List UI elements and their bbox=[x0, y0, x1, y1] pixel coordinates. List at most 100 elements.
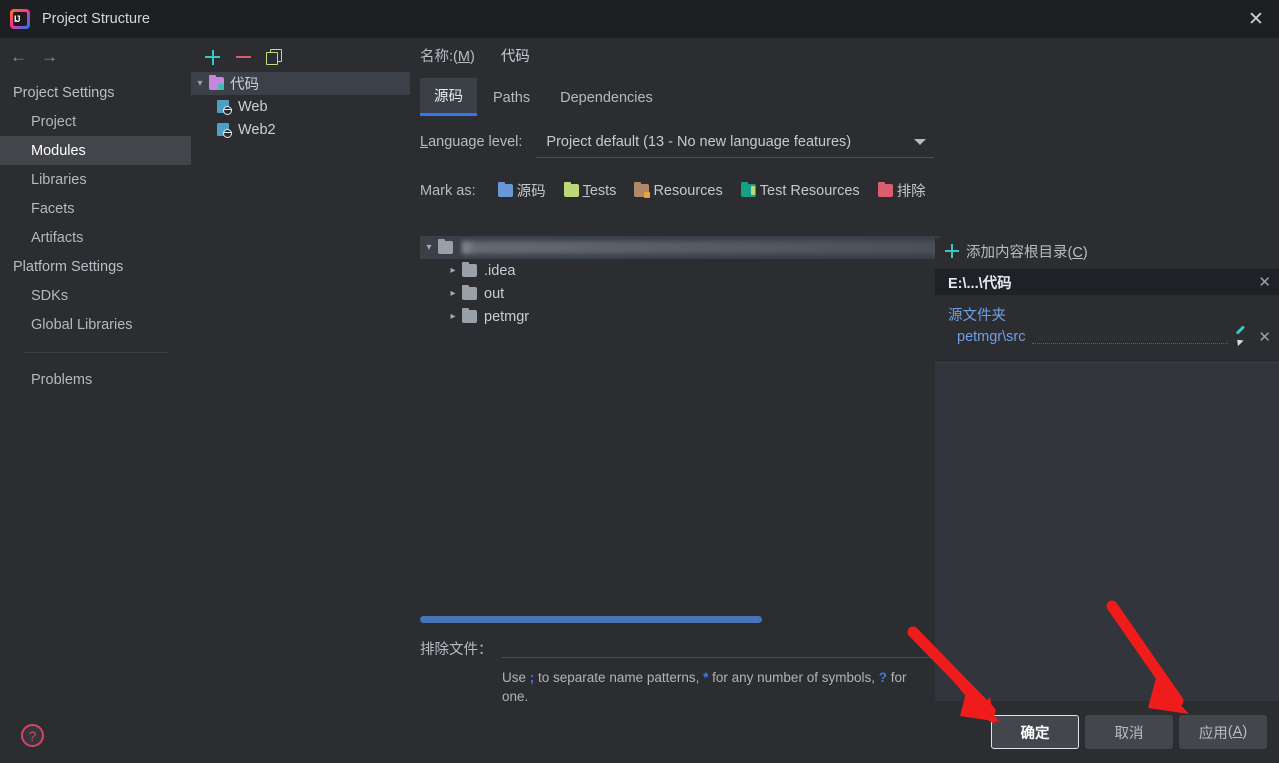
module-name-value: 代码 bbox=[500, 48, 530, 65]
folder-icon bbox=[462, 285, 477, 300]
sidebar-item-global-libraries[interactable]: Global Libraries bbox=[0, 310, 191, 339]
mark-as-label-tests: Tests bbox=[582, 182, 617, 199]
chevron-right-icon[interactable]: ▸ bbox=[444, 265, 462, 276]
source-folders-group: 源文件夹 petmgr\src ✕ bbox=[935, 295, 1279, 346]
folder-excluded-icon bbox=[877, 182, 893, 197]
sidebar-divider bbox=[24, 352, 167, 353]
add-module-button[interactable] bbox=[204, 49, 221, 66]
chevron-right-icon[interactable]: ▸ bbox=[444, 311, 462, 322]
exclude-files-input[interactable] bbox=[502, 636, 940, 658]
module-label: 代码 bbox=[230, 77, 259, 93]
folder-test-resources-icon bbox=[740, 182, 756, 197]
exclude-files-label: 排除文件： bbox=[420, 642, 493, 658]
mark-as-row: Mark as: 源码 Tests Resources Test Resourc… bbox=[410, 180, 1279, 201]
plus-icon bbox=[945, 244, 959, 258]
tree-row-root-redacted[interactable]: ▾ bbox=[420, 236, 940, 259]
pencil-icon[interactable] bbox=[1234, 324, 1249, 346]
sidebar-item-libraries[interactable]: Libraries bbox=[0, 165, 191, 194]
mark-as-label-sources: 源码 bbox=[516, 184, 546, 200]
module-row-group[interactable]: ▾ 代码 bbox=[191, 72, 410, 95]
tree-row-idea[interactable]: ▸ .idea bbox=[420, 259, 940, 282]
tab-dependencies[interactable]: Dependencies bbox=[546, 83, 667, 114]
dialog-buttons: 确定 取消 应用(A) bbox=[991, 715, 1267, 749]
navigation-buttons: ← → bbox=[0, 38, 191, 74]
folder-sources-icon bbox=[497, 182, 513, 197]
add-content-root-label: 添加内容根目录(C) bbox=[966, 244, 1088, 261]
module-tabs: 源码 Paths Dependencies bbox=[410, 78, 1279, 116]
sidebar-item-project-settings: Project Settings bbox=[13, 84, 115, 101]
project-structure-dialog: IJ Project Structure ✕ ← → Project Setti… bbox=[0, 0, 1279, 763]
content-root-path: E:\...\代码 bbox=[948, 275, 1012, 292]
source-folders-title: 源文件夹 bbox=[948, 308, 1006, 324]
scrollbar-thumb[interactable] bbox=[420, 616, 762, 623]
chevron-down-icon[interactable]: ▾ bbox=[420, 242, 438, 253]
sidebar-item-problems[interactable]: Problems bbox=[0, 365, 191, 394]
redacted-path-text bbox=[462, 241, 940, 254]
sidebar-item-facets[interactable]: Facets bbox=[0, 194, 191, 223]
remove-module-button[interactable] bbox=[235, 49, 252, 66]
language-level-select[interactable]: Project default (13 - No new language fe… bbox=[536, 126, 935, 158]
tree-row-label: out bbox=[484, 285, 505, 302]
title-bar: IJ Project Structure ✕ bbox=[0, 0, 1279, 38]
module-row-web[interactable]: Web bbox=[191, 95, 410, 118]
folder-resources-icon bbox=[634, 182, 651, 198]
module-group-icon bbox=[209, 75, 224, 90]
mark-as-excluded-button[interactable]: 排除 bbox=[877, 180, 926, 201]
tree-row-out[interactable]: ▸ out bbox=[420, 282, 940, 305]
sidebar-item-platform-settings: Platform Settings bbox=[13, 258, 124, 275]
folder-icon bbox=[462, 262, 477, 277]
source-folder-item[interactable]: petmgr\src ✕ bbox=[948, 324, 1271, 346]
question-mark-icon[interactable]: ? bbox=[21, 724, 44, 747]
tree-row-petmgr[interactable]: ▸ petmgr bbox=[420, 305, 940, 328]
settings-sidebar: ← → Project Settings Project Modules Lib… bbox=[0, 38, 191, 763]
sidebar-item-modules[interactable]: Modules bbox=[0, 136, 191, 165]
cancel-button[interactable]: 取消 bbox=[1085, 715, 1173, 749]
horizontal-scrollbar[interactable] bbox=[420, 616, 940, 625]
web-module-icon bbox=[217, 99, 232, 115]
intellij-idea-icon: IJ bbox=[10, 9, 30, 29]
forward-arrow-icon[interactable]: → bbox=[41, 48, 58, 65]
mark-as-label: Mark as: bbox=[420, 182, 476, 199]
ok-button[interactable]: 确定 bbox=[991, 715, 1079, 749]
close-icon[interactable]: ✕ bbox=[1233, 0, 1279, 38]
mark-as-test-resources-button[interactable]: Test Resources bbox=[740, 182, 860, 199]
sidebar-item-artifacts[interactable]: Artifacts bbox=[0, 223, 191, 252]
folder-icon bbox=[438, 239, 453, 254]
chevron-down-icon[interactable]: ▾ bbox=[191, 78, 209, 89]
module-row-web2[interactable]: Web2 bbox=[191, 118, 410, 141]
mark-as-tests-button[interactable]: Tests bbox=[563, 182, 617, 199]
apply-button[interactable]: 应用(A) bbox=[1179, 715, 1267, 749]
sidebar-item-sdks[interactable]: SDKs bbox=[0, 281, 191, 310]
mark-as-label-resources: Resources bbox=[653, 182, 723, 199]
add-content-root-button[interactable]: 添加内容根目录(C) bbox=[935, 238, 1279, 264]
content-root-entry: E:\...\代码 ✕ 源文件夹 petmgr\src ✕ bbox=[935, 269, 1279, 712]
content-root-header[interactable]: E:\...\代码 ✕ bbox=[935, 269, 1279, 295]
chevron-down-icon[interactable] bbox=[914, 138, 927, 145]
window-title: Project Structure bbox=[42, 11, 150, 27]
sidebar-item-project[interactable]: Project bbox=[0, 107, 191, 136]
mark-as-label-test-resources: Test Resources bbox=[759, 182, 860, 199]
tab-sources[interactable]: 源码 bbox=[420, 78, 477, 116]
copy-module-button[interactable] bbox=[266, 48, 283, 66]
remove-source-folder-icon[interactable]: ✕ bbox=[1258, 328, 1271, 346]
back-arrow-icon[interactable]: ← bbox=[10, 48, 27, 65]
exclude-files-section: 排除文件： Use ; to separate name patterns, *… bbox=[420, 636, 940, 706]
dialog-footer: ? 确定 取消 应用(A) bbox=[0, 701, 1279, 763]
remove-content-root-icon[interactable]: ✕ bbox=[1258, 273, 1271, 291]
language-level-value: Project default (13 - No new language fe… bbox=[546, 133, 852, 150]
tree-row-label: petmgr bbox=[484, 308, 530, 325]
language-level-label: Language level: bbox=[420, 134, 523, 150]
content-root-body bbox=[935, 362, 1279, 712]
mark-as-resources-button[interactable]: Resources bbox=[634, 182, 723, 199]
tab-paths[interactable]: Paths bbox=[479, 83, 544, 114]
content-roots-panel: 添加内容根目录(C) E:\...\代码 ✕ 源文件夹 petmgr\src ✕ bbox=[935, 238, 1279, 712]
mark-as-label-excluded: 排除 bbox=[896, 184, 926, 200]
module-name-label: 名称:(M) bbox=[420, 48, 475, 65]
chevron-right-icon[interactable]: ▸ bbox=[444, 288, 462, 299]
module-label: Web bbox=[238, 98, 268, 115]
folder-icon bbox=[462, 308, 477, 323]
sidebar-list: Project Settings Project Modules Librari… bbox=[0, 78, 191, 394]
source-folder-path: petmgr\src bbox=[957, 329, 1026, 345]
modules-pane: ▾ 代码 Web Web2 bbox=[191, 38, 410, 763]
mark-as-sources-button[interactable]: 源码 bbox=[497, 180, 546, 201]
